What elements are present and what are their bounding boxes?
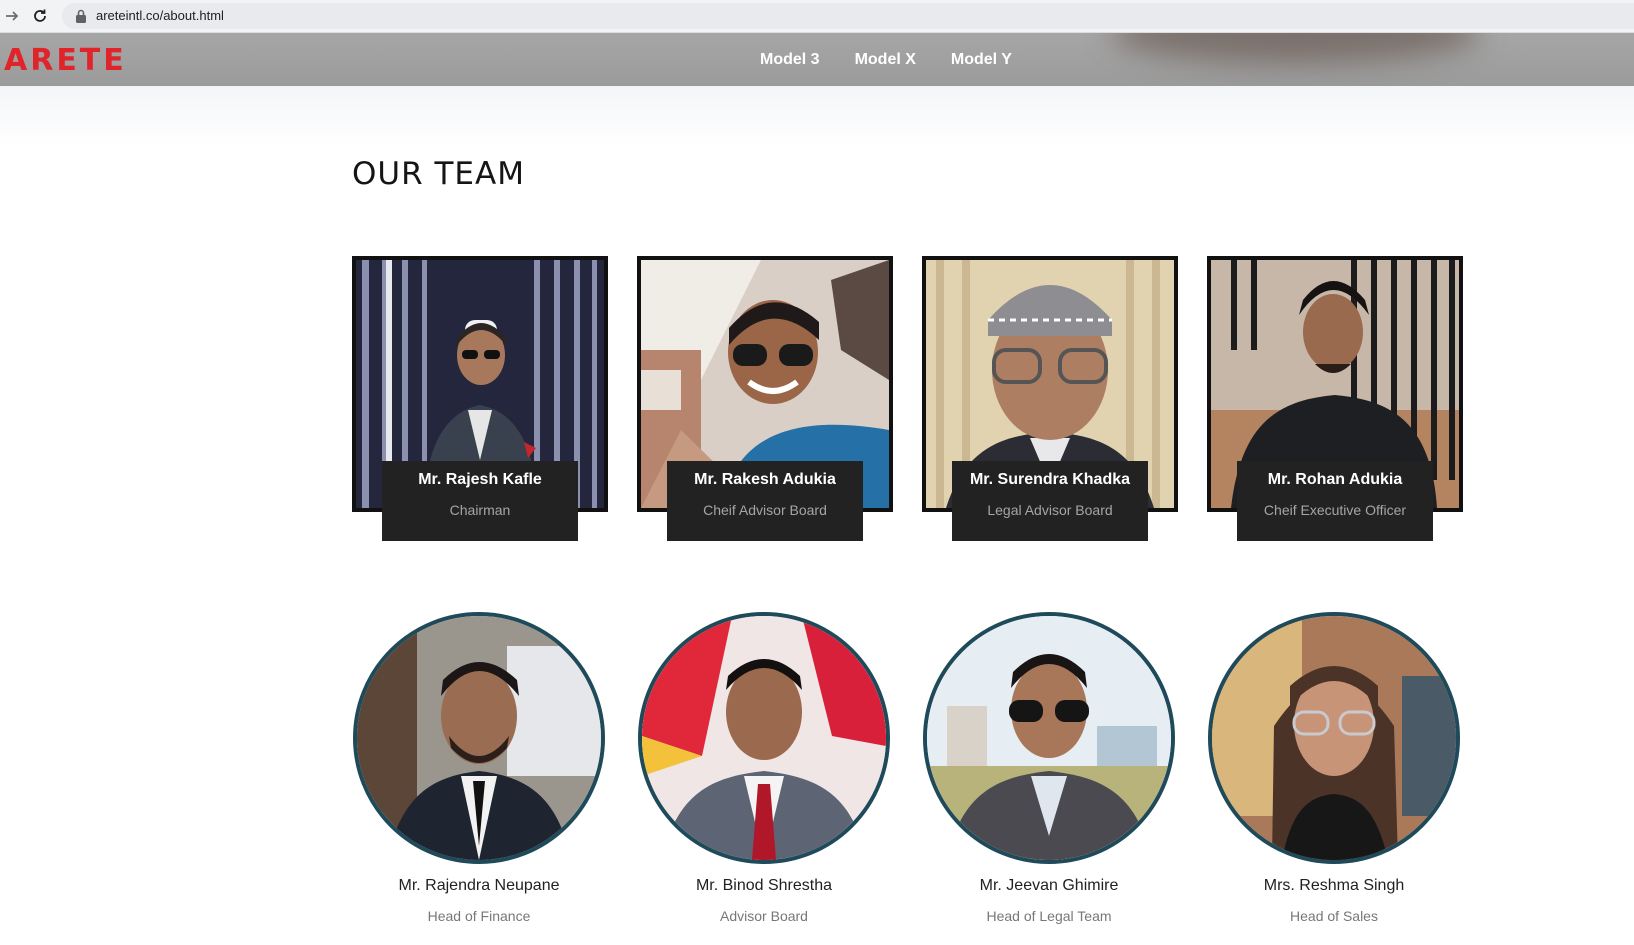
page-title: OUR TEAM [352, 156, 525, 192]
member-photo-rajendra-neupane [353, 612, 605, 864]
leader-role: Legal Advisor Board [987, 502, 1113, 518]
member-name: Mr. Rajendra Neupane [398, 877, 560, 894]
leader-caption-rajesh-kafle: Mr. Rajesh Kafle Chairman [382, 461, 578, 541]
leader-caption-rakesh-adukia: Mr. Rakesh Adukia Cheif Advisor Board [667, 461, 863, 541]
browser-toolbar: areteintl.co/about.html [0, 0, 1634, 33]
arrow-right-icon[interactable] [0, 4, 24, 28]
leader-role: Cheif Executive Officer [1263, 502, 1407, 518]
member-role: Head of Finance [427, 908, 531, 924]
nav-model-y[interactable]: Model Y [951, 51, 1012, 69]
member-name: Mr. Binod Shrestha [695, 877, 833, 894]
member-photo-binod-shrestha [638, 612, 890, 864]
leader-caption-surendra-khadka: Mr. Surendra Khadka Legal Advisor Board [952, 461, 1148, 541]
hero-fade [0, 86, 1634, 146]
main-nav: Model 3 Model X Model Y [760, 51, 1012, 69]
header-decoration [1110, 33, 1480, 63]
nav-model-3[interactable]: Model 3 [760, 51, 820, 69]
leader-name: Mr. Rohan Adukia [1267, 471, 1403, 488]
site-header: ARETE Model 3 Model X Model Y [0, 33, 1634, 86]
member-role: Head of Legal Team [986, 908, 1112, 924]
member-name: Mrs. Reshma Singh [1263, 877, 1405, 894]
leader-role: Chairman [449, 502, 511, 518]
leader-caption-rohan-adukia: Mr. Rohan Adukia Cheif Executive Officer [1237, 461, 1433, 541]
member-role: Head of Sales [1290, 908, 1378, 924]
member-role: Advisor Board [720, 908, 808, 924]
leader-name: Mr. Rajesh Kafle [418, 471, 542, 488]
member-name: Mr. Jeevan Ghimire [979, 877, 1119, 894]
leader-role: Cheif Advisor Board [703, 502, 827, 518]
nav-model-x[interactable]: Model X [855, 51, 916, 69]
logo-text: ARETE [4, 42, 127, 78]
leader-name: Mr. Surendra Khadka [969, 471, 1131, 488]
url-text: areteintl.co/about.html [96, 8, 224, 23]
reload-icon[interactable] [28, 4, 52, 28]
leader-name: Mr. Rakesh Adukia [694, 471, 836, 488]
address-bar[interactable]: areteintl.co/about.html [62, 3, 1634, 29]
member-photo-reshma-singh [1208, 612, 1460, 864]
member-photo-jeevan-ghimire [923, 612, 1175, 864]
arete-logo[interactable]: ARETE [4, 42, 127, 78]
lock-icon [76, 9, 86, 23]
